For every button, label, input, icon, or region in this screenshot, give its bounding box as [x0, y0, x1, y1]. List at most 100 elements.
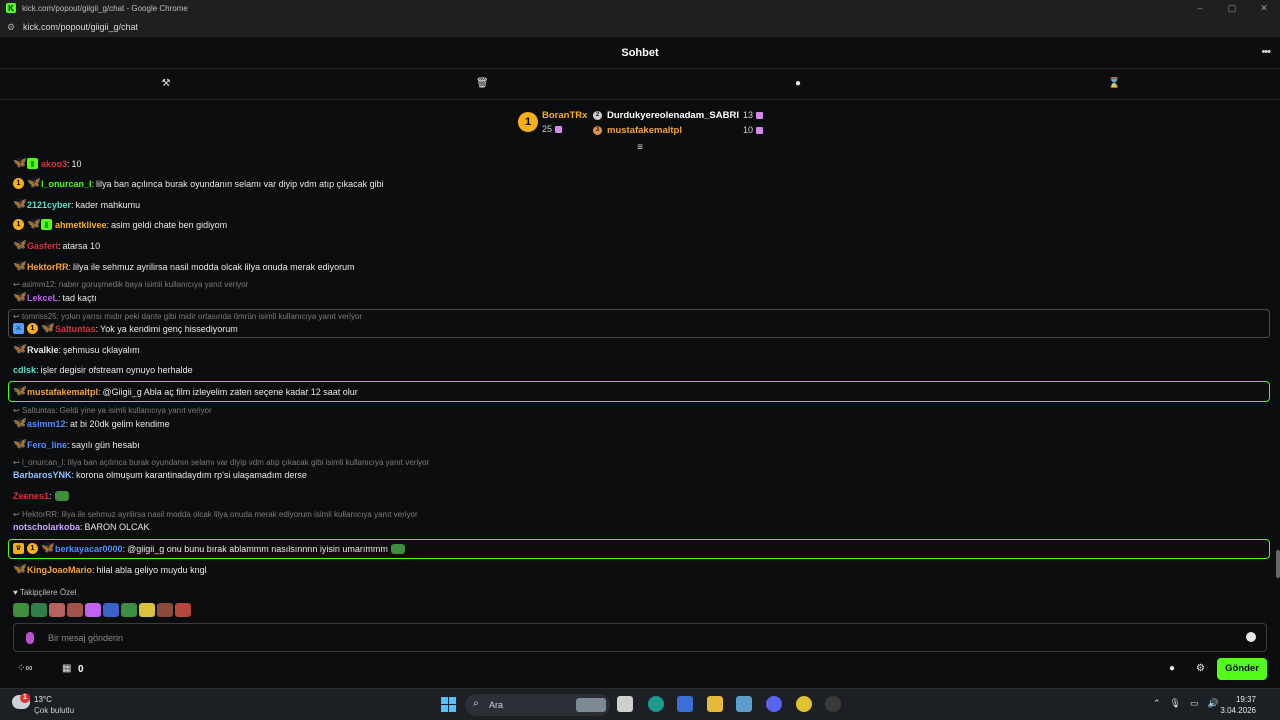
- emote-blue-icon[interactable]: [103, 603, 119, 617]
- chat-username[interactable]: BarbarosYNK: [13, 470, 72, 480]
- chat-message[interactable]: ⚔ 1 🦋 Saltuntas: Yok ya kendimi genç hiss…: [13, 323, 238, 334]
- chat-message[interactable]: 🦋 2121cyber: kader mahkumu: [13, 199, 140, 210]
- chat-input[interactable]: Bir mesaj gönderin: [13, 623, 1267, 652]
- chat-username[interactable]: Gasferi: [27, 241, 58, 251]
- chat-username[interactable]: KingJoaoMario: [27, 565, 92, 575]
- chat-text: BARON OLCAK: [84, 522, 150, 532]
- chat-bubble-icon[interactable]: ●: [1169, 663, 1175, 674]
- chat-username[interactable]: LekceL: [27, 293, 58, 303]
- more-options-button[interactable]: •••: [1261, 46, 1271, 58]
- hammer-icon[interactable]: ⚒: [160, 78, 172, 90]
- leader-first-score-value: 25: [542, 124, 553, 134]
- reply-context[interactable]: tomriss25: yolun yarısı mıdır peki dante…: [13, 312, 362, 321]
- network-icon[interactable]: ▭: [1190, 698, 1199, 709]
- channel-points-icon[interactable]: ⁘∞: [17, 663, 33, 674]
- chat-username[interactable]: akoo3: [41, 159, 67, 169]
- emote-duck-icon[interactable]: [139, 603, 155, 617]
- obs-icon[interactable]: [825, 696, 841, 712]
- volume-icon[interactable]: 🔊: [1208, 698, 1219, 709]
- chat-username[interactable]: ahmetklivee: [55, 220, 107, 230]
- chat-username[interactable]: mustafakemaltpl: [27, 387, 98, 397]
- chat-message[interactable]: 🦋 HektorRR: lilya ile sehmuz ayrilirsa na…: [13, 261, 355, 272]
- butterfly-badge-icon: 🦋: [13, 438, 27, 450]
- leader-first-name[interactable]: BoranTRx: [542, 110, 587, 121]
- chat-username[interactable]: notscholarkoba: [13, 522, 80, 532]
- emote-face-icon[interactable]: [175, 603, 191, 617]
- chat-message[interactable]: BarbarosYNK: korona olmuşum karantinadayd…: [13, 470, 307, 480]
- pepe-emote-icon: [390, 543, 405, 554]
- chat-username[interactable]: asimm12: [27, 419, 66, 429]
- site-info-icon[interactable]: ⚙: [7, 22, 17, 32]
- chat-message[interactable]: cdlsk: işler degisir ofstream oynuyo herh…: [13, 365, 193, 375]
- emote-pepe-icon[interactable]: [13, 603, 29, 617]
- notification-badge: 1: [20, 693, 30, 703]
- leader-third-name[interactable]: mustafakemaltpl: [607, 125, 682, 136]
- close-button[interactable]: ✕: [1248, 0, 1280, 16]
- reply-context[interactable]: Saltuntas: Geldi yine ya isimli kullanıc…: [13, 406, 212, 415]
- chat-message-list: 🦋 ▮ akoo3:10 1 🦋 l_onurcan_l: lilya ban a…: [0, 155, 1280, 587]
- emote-face-icon[interactable]: [49, 603, 65, 617]
- taskbar-search[interactable]: ⌕ Ara: [465, 694, 610, 716]
- chat-username[interactable]: Saltuntas: [55, 324, 96, 334]
- chat-message[interactable]: 1 🦋 ▮ ahmetklivee: asim geldi chate ben g…: [13, 219, 227, 230]
- kick-favicon-icon: K: [6, 3, 16, 13]
- chat-message[interactable]: 🦋 LekceL: tad kaçtı: [13, 292, 97, 303]
- leader-second-name[interactable]: Durdukyereolenadam_SABRI: [607, 110, 739, 121]
- chat-message[interactable]: ♛ 1 🦋 berkayacar0000: @giigii_g onu bunu …: [13, 543, 405, 554]
- microphone-tray-icon[interactable]: 🎙: [1170, 698, 1181, 709]
- minimize-button[interactable]: –: [1184, 0, 1216, 16]
- emote-face-icon[interactable]: [157, 603, 173, 617]
- chat-username[interactable]: 2121cyber: [27, 200, 71, 210]
- chat-message[interactable]: 🦋 asimm12: at bi 20dk gelim kendime: [13, 418, 170, 429]
- chat-message[interactable]: 🦋 mustafakemaltpl: @Giigii_g Abla aç film…: [13, 386, 358, 397]
- chat-message[interactable]: 🦋 Fero_line: sayılı gün hesabı: [13, 439, 140, 450]
- hourglass-icon[interactable]: ⌛: [1108, 78, 1120, 90]
- task-view-icon[interactable]: [617, 696, 633, 712]
- expand-leaderboard-icon[interactable]: ≡: [634, 143, 646, 153]
- chat-username[interactable]: berkayacar0000: [55, 544, 123, 554]
- chat-message[interactable]: 🦋 KingJoaoMario: hilal abla geliyo muydu …: [13, 564, 207, 575]
- send-button[interactable]: Gönder: [1217, 658, 1267, 680]
- reply-context[interactable]: asimm12: naber goruşmedik baya isimli ku…: [13, 280, 248, 289]
- chat-username[interactable]: Fero_line: [27, 440, 67, 450]
- file-explorer-icon[interactable]: [707, 696, 723, 712]
- address-bar[interactable]: ⚙ kick.com/popout/giigii_g/chat: [0, 16, 1280, 38]
- chrome-icon[interactable]: [796, 696, 812, 712]
- emote-butterfly-icon[interactable]: [85, 603, 101, 617]
- system-tray[interactable]: ⌃ 🎙 ▭ 🔊: [1153, 698, 1219, 709]
- chat-message[interactable]: 🦋 ▮ akoo3:10: [13, 158, 82, 169]
- edge-icon[interactable]: [648, 696, 664, 712]
- store-app-icon[interactable]: [677, 696, 693, 712]
- url-text[interactable]: kick.com/popout/giigii_g/chat: [23, 22, 138, 32]
- settings-gear-icon[interactable]: ⚙: [1196, 663, 1205, 674]
- chat-username[interactable]: Rvalkie: [27, 345, 59, 355]
- chat-message[interactable]: notscholarkoba: BARON OLCAK: [13, 522, 150, 532]
- emoji-picker-icon[interactable]: [1246, 632, 1256, 642]
- chat-username[interactable]: HektorRR: [27, 262, 69, 272]
- butterfly-badge-icon: 🦋: [13, 417, 27, 429]
- reply-context[interactable]: l_onurcan_l: lilya ban açılınca burak oy…: [13, 458, 429, 467]
- maximize-button[interactable]: ▢: [1216, 0, 1248, 16]
- chat-username[interactable]: Zeenes1: [13, 491, 49, 501]
- start-button[interactable]: [441, 697, 456, 712]
- settings-app-icon[interactable]: [736, 696, 752, 712]
- reply-context[interactable]: HektorRR: lilya ile sehmuz ayrilirsa nas…: [13, 510, 418, 519]
- chat-scrollbar[interactable]: [1276, 550, 1280, 578]
- emote-frog-icon[interactable]: [31, 603, 47, 617]
- chat-username[interactable]: l_onurcan_l: [41, 179, 92, 189]
- chat-message[interactable]: Zeenes1:: [13, 491, 69, 501]
- store-icon[interactable]: ▦: [62, 663, 71, 674]
- chevron-up-icon[interactable]: ⌃: [1153, 698, 1161, 709]
- discord-icon[interactable]: [766, 696, 782, 712]
- microphone-icon[interactable]: [26, 632, 34, 644]
- chat-message[interactable]: 1 🦋 l_onurcan_l: lilya ban açılınca burak…: [13, 178, 384, 189]
- chat-bubble-icon[interactable]: ●: [792, 78, 804, 90]
- chat-username[interactable]: cdlsk: [13, 365, 36, 375]
- emote-face-icon[interactable]: [67, 603, 83, 617]
- chat-message[interactable]: 🦋 Rvalkie: şehmusu cklayalım: [13, 344, 140, 355]
- trash-icon[interactable]: 🗑: [476, 78, 489, 90]
- clock[interactable]: 19:37 3.04.2026: [1220, 694, 1256, 716]
- emote-pepe-icon[interactable]: [121, 603, 137, 617]
- chat-message[interactable]: 🦋 Gasferi: atarsa 10: [13, 240, 100, 251]
- chat-input-placeholder[interactable]: Bir mesaj gönderin: [48, 633, 123, 643]
